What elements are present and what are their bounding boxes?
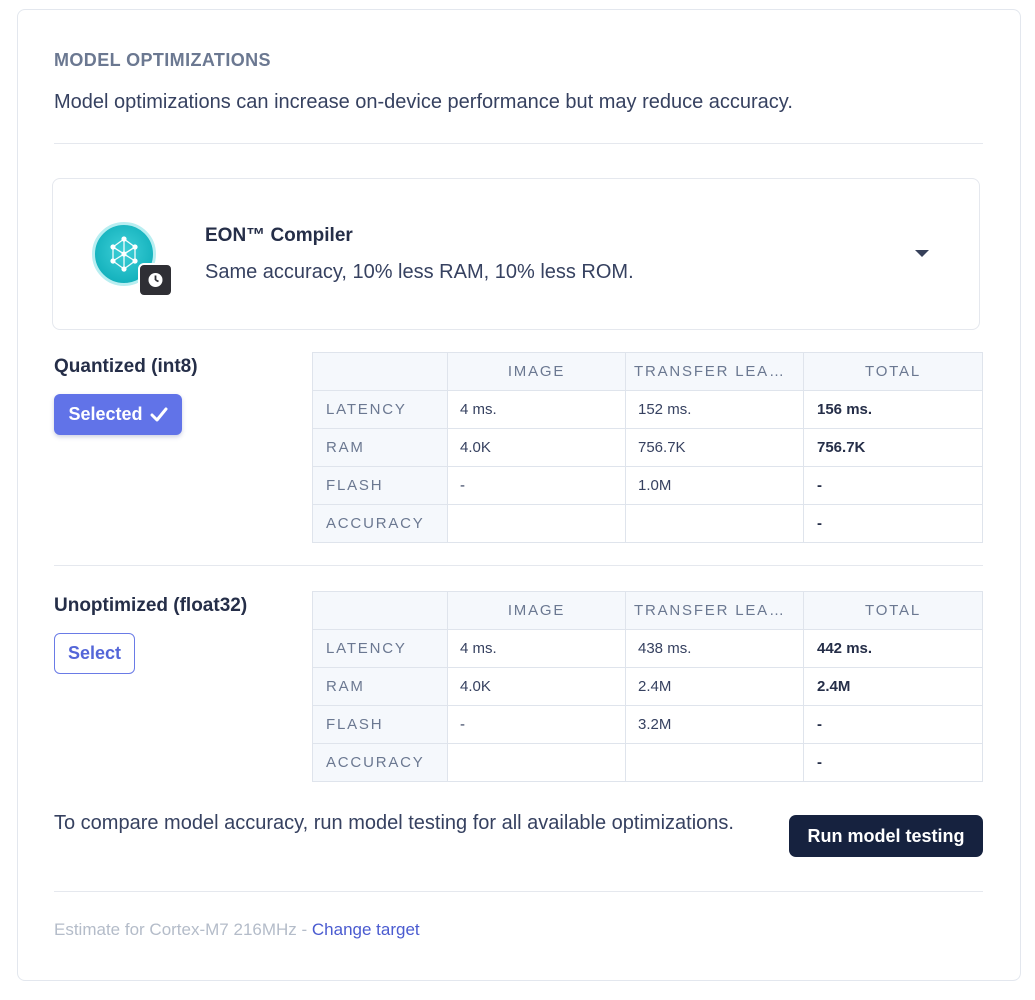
eon-subtitle: Same accuracy, 10% less RAM, 10% less RO… (205, 261, 634, 283)
row-label: ACCURACY (312, 743, 448, 782)
table-cell (625, 743, 804, 782)
clock-icon (138, 263, 173, 297)
run-model-testing-button[interactable]: Run model testing (789, 815, 983, 857)
total-cell: 2.4M (803, 667, 983, 706)
table-row: LATENCY 4 ms. 152 ms. 156 ms. (312, 390, 983, 429)
table-cell: 152 ms. (625, 390, 804, 429)
row-label: FLASH (312, 705, 448, 744)
eon-compiler-panel[interactable] (52, 178, 980, 330)
divider (54, 143, 983, 144)
column-header (312, 591, 448, 630)
table-row: LATENCY 4 ms. 438 ms. 442 ms. (312, 629, 983, 668)
table-cell: 756.7K (625, 428, 804, 467)
table-cell: 3.2M (625, 705, 804, 744)
table-cell: - (447, 466, 626, 505)
column-header (312, 352, 448, 391)
table-cell: 438 ms. (625, 629, 804, 668)
table-cell: 4 ms. (447, 390, 626, 429)
variant-title-unoptimized: Unoptimized (float32) (54, 595, 248, 616)
column-header: TOTAL (803, 591, 983, 630)
row-label: RAM (312, 428, 448, 467)
compare-accuracy-text: To compare model accuracy, run model tes… (54, 812, 734, 834)
total-cell: 442 ms. (803, 629, 983, 668)
total-cell: - (803, 504, 983, 543)
column-header: IMAGE (447, 591, 626, 630)
table-header-row: IMAGE TRANSFER LEAR… TOTAL (312, 591, 983, 630)
total-cell: - (803, 743, 983, 782)
metrics-table-quantized: IMAGE TRANSFER LEAR… TOTAL LATENCY 4 ms.… (312, 352, 983, 543)
table-cell: 4.0K (447, 667, 626, 706)
table-cell: 2.4M (625, 667, 804, 706)
table-row: RAM 4.0K 756.7K 756.7K (312, 428, 983, 467)
table-row: ACCURACY - (312, 504, 983, 543)
variant-title-quantized: Quantized (int8) (54, 356, 198, 377)
eon-title: EON™ Compiler (205, 225, 353, 246)
select-button[interactable]: Select (54, 633, 135, 674)
table-cell: - (447, 705, 626, 744)
table-cell (625, 504, 804, 543)
row-label: RAM (312, 667, 448, 706)
table-cell: 4 ms. (447, 629, 626, 668)
column-header: TOTAL (803, 352, 983, 391)
check-icon (150, 407, 168, 422)
row-label: LATENCY (312, 390, 448, 429)
total-cell: 756.7K (803, 428, 983, 467)
change-target-link[interactable]: Change target (312, 920, 420, 939)
section-description: Model optimizations can increase on-devi… (54, 91, 793, 113)
total-cell: 156 ms. (803, 390, 983, 429)
selected-button[interactable]: Selected (54, 394, 182, 435)
table-row: RAM 4.0K 2.4M 2.4M (312, 667, 983, 706)
row-label: LATENCY (312, 629, 448, 668)
table-row: FLASH - 1.0M - (312, 466, 983, 505)
row-label: FLASH (312, 466, 448, 505)
column-header: TRANSFER LEAR… (625, 352, 804, 391)
divider (54, 565, 983, 566)
chevron-down-icon[interactable] (915, 250, 929, 257)
total-cell: - (803, 466, 983, 505)
table-header-row: IMAGE TRANSFER LEAR… TOTAL (312, 352, 983, 391)
section-title: MODEL OPTIMIZATIONS (54, 50, 271, 70)
selected-button-label: Selected (68, 404, 143, 424)
table-cell (447, 504, 626, 543)
column-header: IMAGE (447, 352, 626, 391)
divider (54, 891, 983, 892)
total-cell: - (803, 705, 983, 744)
column-header: TRANSFER LEAR… (625, 591, 804, 630)
table-row: ACCURACY - (312, 743, 983, 782)
metrics-table-unoptimized: IMAGE TRANSFER LEAR… TOTAL LATENCY 4 ms.… (312, 591, 983, 782)
table-row: FLASH - 3.2M - (312, 705, 983, 744)
table-cell (447, 743, 626, 782)
estimate-footer: Estimate for Cortex-M7 216MHz - Change t… (54, 920, 420, 940)
table-cell: 1.0M (625, 466, 804, 505)
row-label: ACCURACY (312, 504, 448, 543)
table-cell: 4.0K (447, 428, 626, 467)
estimate-text: Estimate for Cortex-M7 216MHz - (54, 920, 312, 939)
